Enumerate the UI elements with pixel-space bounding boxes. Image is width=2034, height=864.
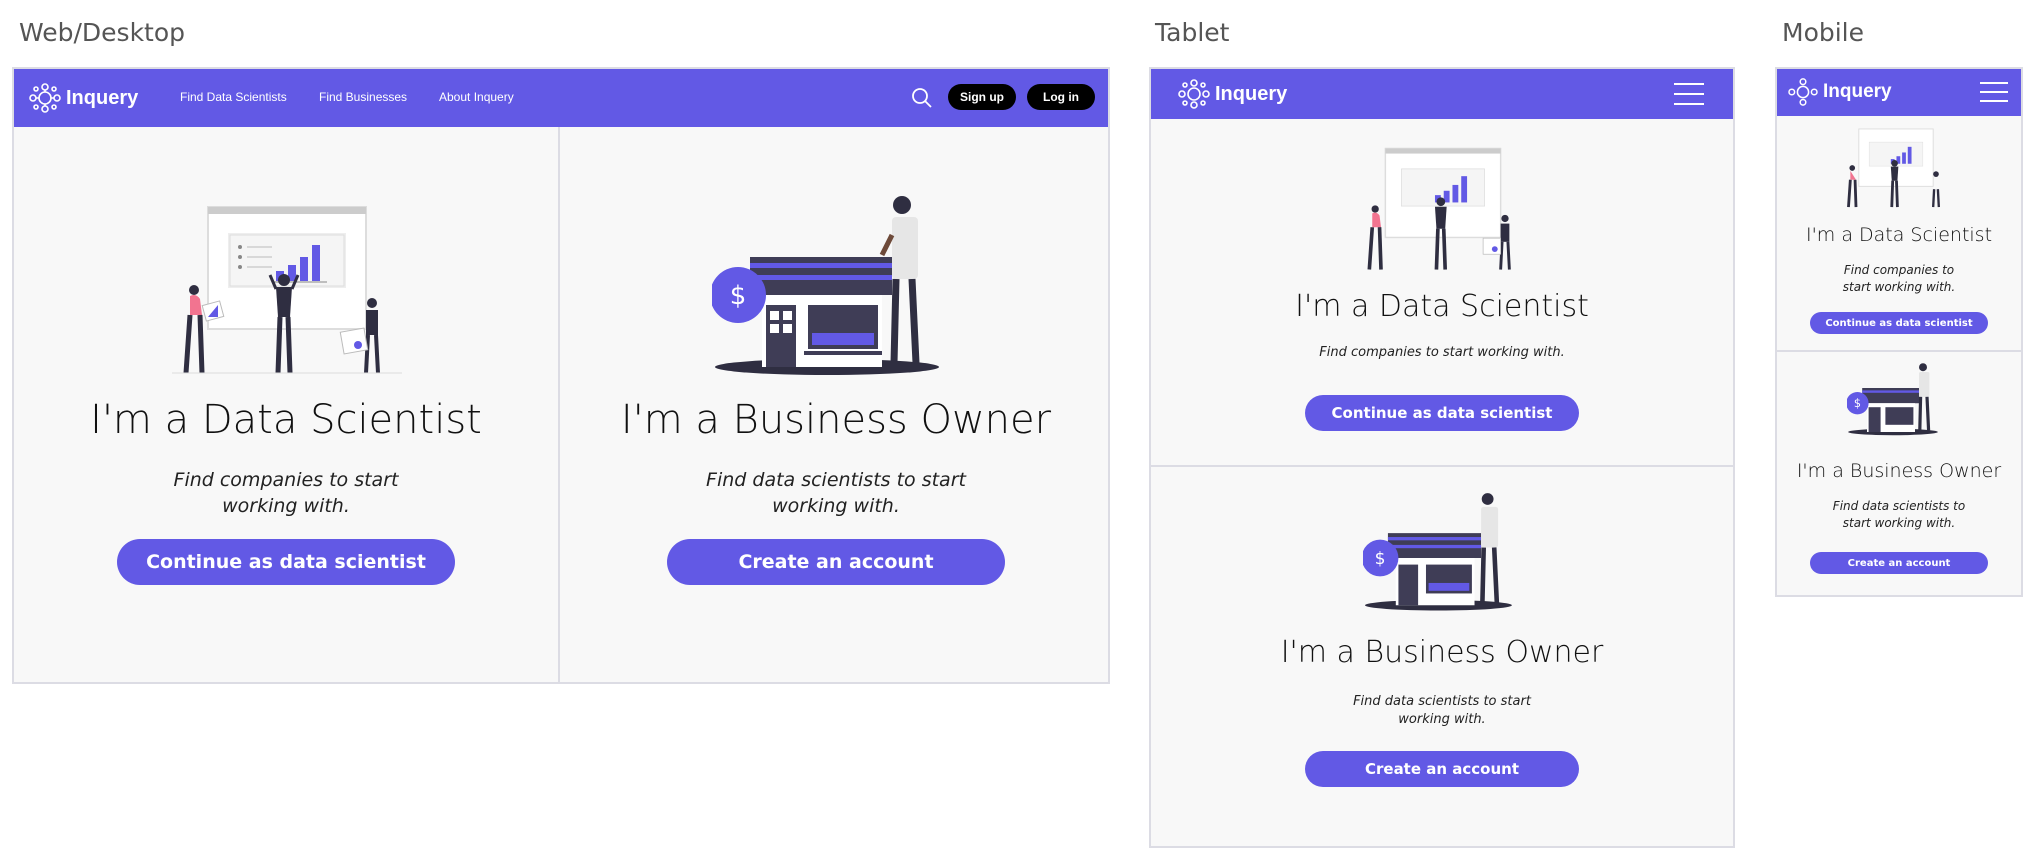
mobile-scientist-panel: I'm a Data Scientist Find companies to s… [1777, 116, 2021, 352]
desktop-business-panel: $ I'm a Business Owner Find data scienti… [562, 127, 1108, 682]
search-icon[interactable] [911, 87, 933, 109]
scientist-subtitle: Find companies to start working with. [173, 469, 399, 517]
business-subtitle: Find data scientists to start working wi… [1832, 499, 1966, 530]
network-logo-icon [1178, 79, 1210, 109]
tablet-label: Tablet [1155, 18, 1230, 47]
tablet-scientist-panel: I'm a Data Scientist Find companies to s… [1151, 119, 1733, 467]
business-title: I'm a Business Owner [1280, 635, 1604, 670]
create-account-button[interactable]: Create an account [667, 539, 1005, 585]
business-owner-illustration: $ [712, 196, 939, 375]
tablet-business-panel: $ I'm a Business Owner Find data scienti… [1151, 469, 1733, 846]
nav-about-inquery[interactable]: About Inquery [439, 90, 514, 104]
business-owner-illustration: $ [1847, 363, 1938, 436]
business-owner-illustration: $ [1363, 493, 1512, 611]
mobile-navbar: Inquery [1777, 69, 2021, 116]
data-scientist-illustration [1367, 147, 1511, 270]
data-scientist-illustration [1847, 128, 1940, 208]
brand-logo[interactable]: Inquery [1177, 79, 1287, 109]
desktop-frame: Inquery Find Data Scientists Find Busine… [12, 67, 1110, 684]
create-account-button[interactable]: Create an account [1810, 552, 1988, 574]
brand-name: Inquery [66, 86, 139, 109]
brand-name: Inquery [1823, 81, 1892, 102]
dollar-icon: $ [730, 281, 747, 311]
hamburger-menu-icon[interactable] [1674, 83, 1704, 113]
scientist-subtitle: Find companies to start working with. [1842, 263, 1956, 294]
data-scientist-illustration [172, 206, 402, 374]
mobile-frame: Inquery I'm a Data Scientist Find compan… [1775, 67, 2023, 597]
hamburger-menu-icon[interactable] [1980, 82, 2008, 110]
desktop-label: Web/Desktop [19, 18, 186, 47]
scientist-title: I'm a Data Scientist [1805, 224, 1993, 246]
dollar-icon: $ [1375, 549, 1386, 569]
scientist-title: I'm a Data Scientist [90, 397, 482, 443]
network-logo-icon [29, 83, 61, 113]
desktop-navbar: Inquery Find Data Scientists Find Busine… [14, 69, 1108, 127]
brand-logo[interactable]: Inquery [28, 83, 138, 113]
nav-find-businesses[interactable]: Find Businesses [319, 90, 407, 104]
login-button[interactable]: Log in [1027, 84, 1095, 110]
signup-button[interactable]: Sign up [948, 84, 1016, 110]
brand-name: Inquery [1215, 82, 1288, 105]
brand-logo[interactable]: Inquery [1787, 78, 1892, 106]
dollar-icon: $ [1854, 397, 1861, 410]
continue-as-data-scientist-button[interactable]: Continue as data scientist [117, 539, 455, 585]
business-subtitle: Find data scientists to start working wi… [706, 469, 966, 517]
create-account-button[interactable]: Create an account [1305, 751, 1579, 787]
desktop-scientist-panel: I'm a Data Scientist Find companies to s… [14, 127, 560, 682]
business-title: I'm a Business Owner [1796, 460, 2002, 482]
tablet-navbar: Inquery [1151, 69, 1733, 119]
continue-as-data-scientist-button[interactable]: Continue as data scientist [1810, 312, 1988, 334]
continue-as-data-scientist-button[interactable]: Continue as data scientist [1305, 395, 1579, 431]
mobile-business-panel: $ I'm a Business Owner Find data scienti… [1777, 354, 2021, 595]
network-logo-icon [1788, 78, 1818, 106]
business-subtitle: Find data scientists to start working wi… [1353, 694, 1531, 727]
mobile-label: Mobile [1782, 18, 1865, 47]
nav-find-data-scientists[interactable]: Find Data Scientists [180, 90, 287, 104]
scientist-subtitle: Find companies to start working with. [1319, 345, 1565, 360]
scientist-title: I'm a Data Scientist [1295, 289, 1589, 324]
tablet-frame: Inquery I'm a Data Scientist Find compan… [1149, 67, 1735, 848]
business-title: I'm a Business Owner [620, 397, 1052, 443]
